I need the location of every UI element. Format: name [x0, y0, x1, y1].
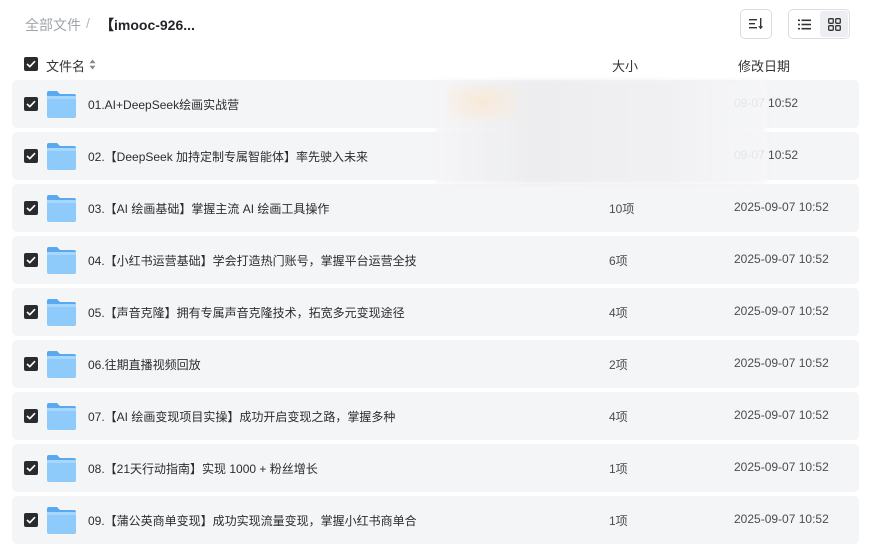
breadcrumb-root[interactable]: 全部文件: [25, 15, 81, 35]
row-checkbox[interactable]: [24, 253, 38, 267]
file-modified-date: 2025-09-07 10:52: [734, 304, 829, 318]
check-icon: [26, 516, 36, 524]
file-size: 1项: [609, 514, 628, 528]
grid-view-button[interactable]: [820, 11, 848, 37]
select-all-checkbox[interactable]: [24, 57, 38, 71]
row-checkbox[interactable]: [24, 201, 38, 215]
table-row[interactable]: 09.【蒲公英商单变现】成功实现流量变现，掌握小红书商单合 1项 2025-09-0…: [12, 496, 859, 544]
list-view-icon: [790, 11, 818, 37]
table-row[interactable]: 04.【小红书运营基础】学会打造热门账号，掌握平台运营全技 6项 2025-09-0…: [12, 236, 859, 284]
column-header-size[interactable]: 大小: [612, 56, 638, 75]
sort-button[interactable]: [740, 9, 772, 39]
file-name[interactable]: 08.【21天行动指南】实现 1000 + 粉丝增长: [88, 460, 318, 477]
check-icon: [26, 412, 36, 420]
check-icon: [26, 308, 36, 316]
blurred-highlight: [448, 84, 518, 120]
file-name[interactable]: 03.【AI 绘画基础】掌握主流 AI 绘画工具操作: [88, 200, 329, 217]
sort-lines-icon: [741, 10, 771, 38]
table-row[interactable]: 05.【声音克隆】拥有专属声音克隆技术，拓宽多元变现途径 4项 2025-09-07…: [12, 288, 859, 336]
table-row[interactable]: 06.往期直播视频回放 2项 2025-09-07 10:52: [12, 340, 859, 388]
folder-icon: [46, 245, 77, 275]
check-icon: [26, 152, 36, 160]
check-icon: [26, 60, 36, 68]
grid-view-icon: [820, 11, 848, 37]
sort-toggle-icon[interactable]: [89, 57, 96, 75]
file-modified-date: 2025-09-07 10:52: [734, 408, 829, 422]
file-name[interactable]: 02.【DeepSeek 加持定制专属智能体】率先驶入未来: [88, 148, 368, 165]
row-checkbox[interactable]: [24, 461, 38, 475]
folder-icon: [46, 89, 77, 119]
file-modified-date: 2025-09-07 10:52: [734, 512, 829, 526]
check-icon: [26, 100, 36, 108]
file-name[interactable]: 07.【AI 绘画变现项目实操】成功开启变现之路，掌握多种: [88, 408, 395, 425]
breadcrumb-current: 【imooc-926...: [100, 17, 195, 33]
column-header-name[interactable]: 文件名: [46, 56, 85, 75]
file-name[interactable]: 09.【蒲公英商单变现】成功实现流量变现，掌握小红书商单合: [88, 512, 417, 529]
file-name[interactable]: 04.【小红书运营基础】学会打造热门账号，掌握平台运营全技: [88, 252, 417, 269]
file-modified-date: 2025-09-07 10:52: [734, 356, 829, 370]
file-modified-date: 2025-09-07 10:52: [734, 200, 829, 214]
table-row[interactable]: 07.【AI 绘画变现项目实操】成功开启变现之路，掌握多种 4项 2025-09-0…: [12, 392, 859, 440]
file-name[interactable]: 01.AI+DeepSeek绘画实战营: [88, 96, 239, 113]
file-size: 1项: [609, 462, 628, 476]
breadcrumb-separator: /: [86, 15, 90, 31]
row-checkbox[interactable]: [24, 513, 38, 527]
row-checkbox[interactable]: [24, 305, 38, 319]
check-icon: [26, 204, 36, 212]
file-name[interactable]: 06.往期直播视频回放: [88, 356, 201, 373]
file-name[interactable]: 05.【声音克隆】拥有专属声音克隆技术，拓宽多元变现途径: [88, 304, 405, 321]
folder-icon: [46, 297, 77, 327]
folder-icon: [46, 401, 77, 431]
check-icon: [26, 464, 36, 472]
row-checkbox[interactable]: [24, 409, 38, 423]
folder-icon: [46, 349, 77, 379]
check-icon: [26, 360, 36, 368]
list-view-button[interactable]: [790, 11, 818, 37]
view-toggle-group: [788, 9, 850, 39]
column-header-modified[interactable]: 修改日期: [738, 56, 790, 75]
row-checkbox[interactable]: [24, 97, 38, 111]
file-size: 4项: [609, 410, 628, 424]
file-size: 6项: [609, 254, 628, 268]
file-size: 2项: [609, 358, 628, 372]
file-modified-date: 2025-09-07 10:52: [734, 252, 829, 266]
top-bar: 全部文件 / 【imooc-926...: [0, 0, 874, 48]
row-checkbox[interactable]: [24, 149, 38, 163]
folder-icon: [46, 141, 77, 171]
check-icon: [26, 256, 36, 264]
file-modified-date: 2025-09-07 10:52: [734, 460, 829, 474]
folder-icon: [46, 193, 77, 223]
file-size: 4项: [609, 306, 628, 320]
folder-icon: [46, 505, 77, 535]
table-header: 文件名 大小 修改日期: [0, 50, 874, 78]
file-size: 10项: [609, 202, 635, 216]
folder-icon: [46, 453, 77, 483]
table-row[interactable]: 03.【AI 绘画基础】掌握主流 AI 绘画工具操作 10项 2025-09-07 …: [12, 184, 859, 232]
row-checkbox[interactable]: [24, 357, 38, 371]
table-row[interactable]: 08.【21天行动指南】实现 1000 + 粉丝增长 1项 2025-09-07 1…: [12, 444, 859, 492]
